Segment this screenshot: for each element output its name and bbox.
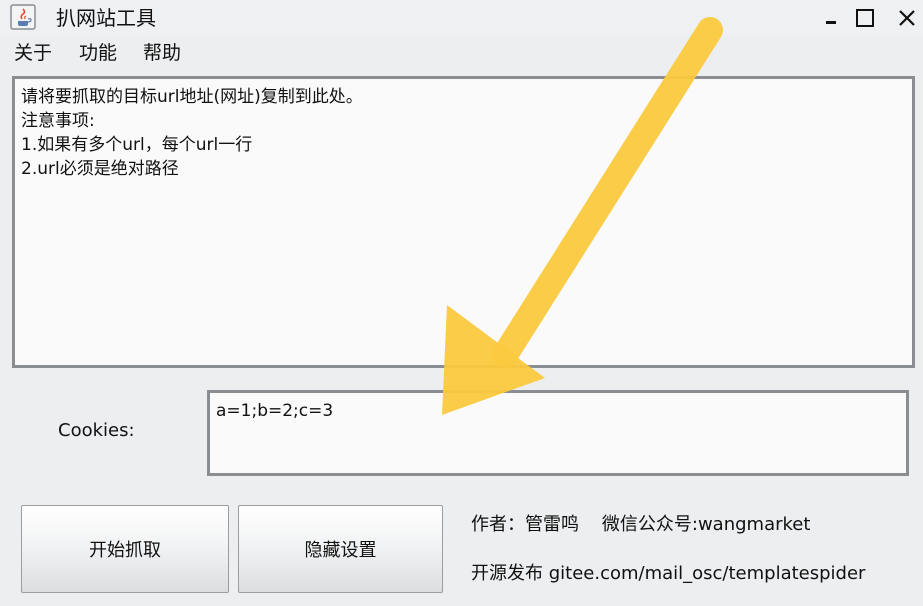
window-title: 扒网站工具 [56,6,156,30]
textarea-line: 请将要抓取的目标url地址(网址)复制到此处。 [21,87,363,107]
title-bar[interactable]: 扒网站工具 [0,0,923,36]
author-info: 作者：管雷鸣 微信公众号:wangmarket [471,514,811,535]
start-scrape-button[interactable]: 开始抓取 [21,505,229,593]
cookies-value: a=1;b=2;c=3 [216,401,334,421]
textarea-line: 注意事项: [21,111,95,131]
hide-settings-button[interactable]: 隐藏设置 [238,505,443,593]
minimize-icon[interactable] [817,4,845,32]
menu-item-about[interactable]: 关于 [12,40,54,66]
textarea-line: 1.如果有多个url，每个url一行 [21,135,253,155]
menu-item-help[interactable]: 帮助 [141,40,183,66]
textarea-line: 2.url必须是绝对路径 [21,159,179,179]
menu-item-functions[interactable]: 功能 [77,40,119,66]
cookies-label: Cookies: [58,420,135,441]
menu-bar: 关于 功能 帮助 [0,36,923,70]
url-textarea[interactable]: 请将要抓取的目标url地址(网址)复制到此处。 注意事项: 1.如果有多个url… [12,76,915,368]
maximize-icon[interactable] [851,4,879,32]
source-info: 开源发布 gitee.com/mail_osc/templatespider [471,563,866,584]
close-icon[interactable] [893,4,921,32]
cookies-input[interactable]: a=1;b=2;c=3 [207,390,909,476]
app-window: 扒网站工具 关于 功能 帮助 请将要抓取的目标url地址(网址)复制到此处。 注… [0,0,923,606]
java-cup-icon [10,4,36,30]
